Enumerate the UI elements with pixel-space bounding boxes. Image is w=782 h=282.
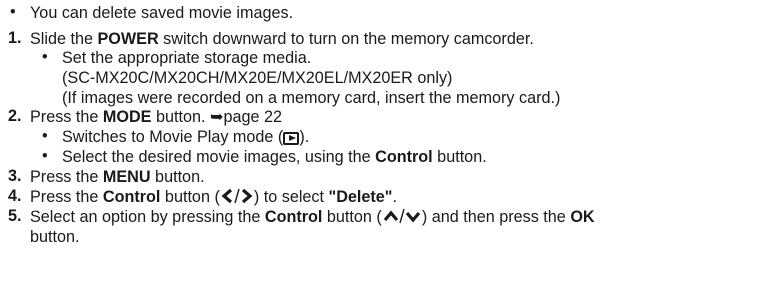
intro-text: You can delete saved movie images. [30,4,294,22]
ok-button-label: OK [570,208,595,226]
power-switch-label: POWER [97,30,159,48]
menu-button-label: MENU [102,168,151,186]
step-5-number: 5. [8,207,22,225]
step-4-number: 4. [8,187,22,205]
step-2-sub-2: Select the desired movie images, using t… [62,148,487,166]
step-1-sub-line: (SC-MX20C/MX20CH/MX20E/MX20EL/MX20ER onl… [62,69,453,87]
bullet-mark: • [42,127,48,145]
step-4-text: Press the Control button ( ) to select "… [30,188,397,206]
step-5-text-continued: button. [30,228,80,246]
step-3-text: Press the MENU button. [30,168,205,186]
step-2-text: Press the MODE button. ➥page 22 [30,108,283,126]
up-down-arrows-icon [383,208,421,224]
page-reference: page 22 [223,108,283,126]
step-1-sub-line: (If images were recorded on a memory car… [62,89,561,107]
step-1-text: Slide the POWER switch downward to turn … [30,30,534,48]
movie-play-icon [283,132,300,145]
step-5-text: Select an option by pressing the Control… [30,208,595,226]
step-2-sub-1: Switches to Movie Play mode (). [62,128,310,146]
bullet-mark: • [42,48,48,66]
delete-option-label: "Delete" [328,188,393,206]
step-3-number: 3. [8,167,22,185]
instruction-document: • You can delete saved movie images. 1. … [0,0,782,282]
step-2-number: 2. [8,107,22,125]
step-1-number: 1. [8,29,22,47]
mode-button-label: MODE [102,108,152,126]
left-right-arrows-icon [221,188,253,204]
bullet-mark: • [42,147,48,165]
step-1-sub-line: Set the appropriate storage media. [62,49,312,67]
page-arrow-icon: ➥ [209,108,224,126]
bullet-mark: • [10,3,16,21]
